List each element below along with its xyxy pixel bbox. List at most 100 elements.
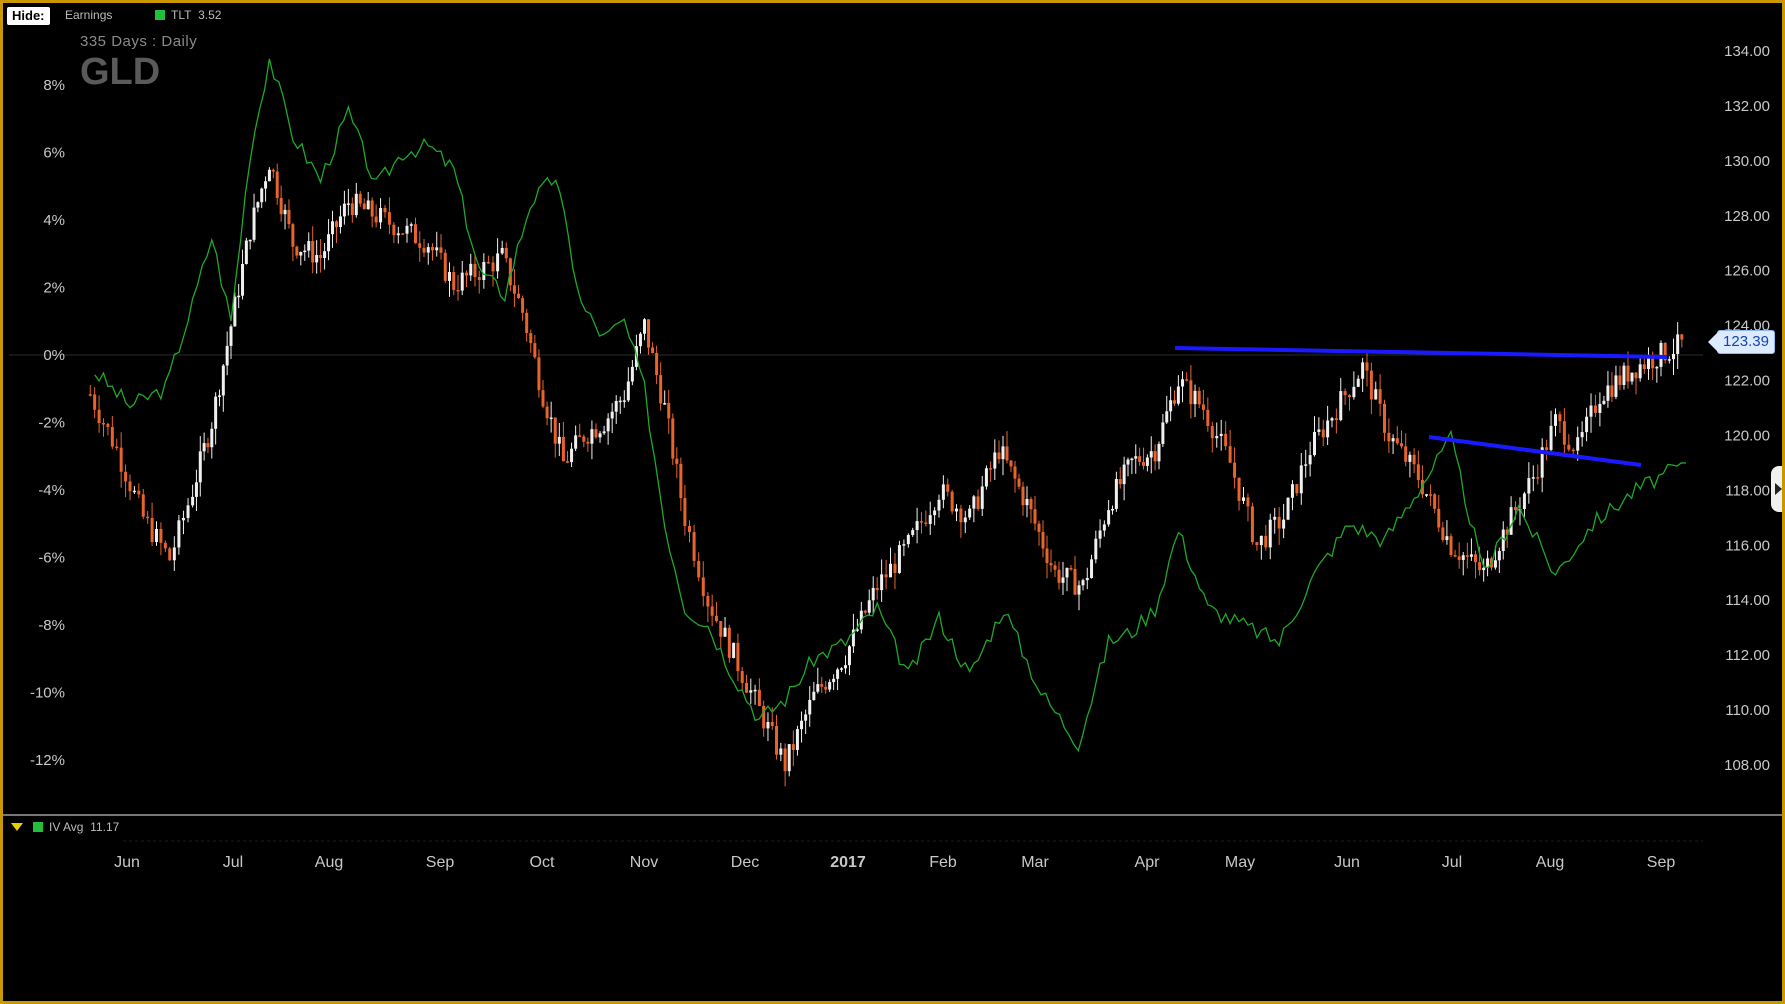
candle-body xyxy=(383,207,387,213)
candle-body xyxy=(1676,334,1680,354)
candle-body xyxy=(1228,446,1232,463)
candle-body xyxy=(1416,464,1420,480)
candle-body xyxy=(1268,519,1272,548)
candle-body xyxy=(271,169,275,172)
candle-body xyxy=(919,521,923,523)
candle-body xyxy=(477,277,481,280)
candle-body xyxy=(486,261,490,264)
candle-body xyxy=(679,463,683,498)
candle-body xyxy=(1061,577,1065,583)
candle-body xyxy=(267,169,271,182)
candle-body xyxy=(119,447,123,472)
candle-body xyxy=(512,285,516,294)
candle-body xyxy=(1259,535,1263,546)
candle-body xyxy=(225,345,229,366)
candle-body xyxy=(553,417,557,444)
candle-body xyxy=(115,446,119,449)
gld-candles xyxy=(88,163,1684,787)
candle-body xyxy=(766,721,770,729)
candle-body xyxy=(804,714,808,721)
candle-body xyxy=(889,563,893,578)
candle-body xyxy=(706,596,710,607)
candle-body xyxy=(110,426,114,447)
side-panel-expand-icon[interactable] xyxy=(1771,466,1782,512)
right-axis-tick: 114.00 xyxy=(1725,592,1770,609)
candle-body xyxy=(279,197,283,215)
left-axis-tick: 0% xyxy=(43,347,65,364)
tlt-legend[interactable]: TLT 3.52 xyxy=(155,8,221,22)
candle-body xyxy=(1053,565,1057,570)
candle-body xyxy=(570,448,574,463)
tlt-legend-label: TLT xyxy=(171,8,192,22)
candle-body xyxy=(1255,542,1259,546)
candle-body xyxy=(1330,418,1334,421)
month-label: Sep xyxy=(1647,854,1676,871)
candle-body xyxy=(1618,375,1622,385)
candle-body xyxy=(1509,507,1513,535)
candle-body xyxy=(1589,405,1593,417)
candle-body xyxy=(97,409,101,423)
tlt-comparison-line xyxy=(94,58,1687,753)
candle-body xyxy=(191,496,195,506)
candle-body xyxy=(1057,569,1061,583)
month-label: Jul xyxy=(1442,854,1462,871)
candle-body xyxy=(638,333,642,347)
candle-body xyxy=(557,436,561,444)
candle-body xyxy=(1134,456,1138,459)
candle-body xyxy=(1536,477,1540,479)
candle-body xyxy=(422,247,426,253)
candle-body xyxy=(181,517,185,521)
candle-body xyxy=(832,678,836,683)
candle-body xyxy=(1626,365,1630,382)
candle-body xyxy=(1622,365,1626,385)
candle-body xyxy=(622,400,626,402)
candle-body xyxy=(1580,432,1584,438)
candle-body xyxy=(354,193,358,216)
candle-body xyxy=(256,202,260,208)
candle-body xyxy=(1246,497,1250,507)
earnings-toggle[interactable]: Earnings xyxy=(65,8,112,22)
price-chart[interactable]: 8% 6% 4% 2% 0% -2% -4% -6% -8% -10% -12% 134.00 132… xyxy=(3,3,1782,1001)
candle-body xyxy=(1501,529,1505,552)
candle-body xyxy=(1514,507,1518,511)
left-axis-tick: -10% xyxy=(30,685,65,702)
candle-body xyxy=(405,225,409,234)
candle-body xyxy=(906,534,910,545)
candle-body xyxy=(435,247,439,251)
candle-body xyxy=(1282,519,1286,529)
candle-body xyxy=(968,508,972,518)
candle-body xyxy=(275,171,279,198)
candle-body xyxy=(1404,446,1408,462)
right-axis-tick: 128.00 xyxy=(1724,208,1770,225)
chart-period: 335 Days : Daily xyxy=(80,33,198,50)
candle-body xyxy=(816,684,820,692)
candle-body xyxy=(1457,556,1461,560)
candle-body xyxy=(1145,457,1149,466)
candle-body xyxy=(710,606,714,616)
candle-body xyxy=(370,200,374,217)
candle-body xyxy=(1264,535,1268,548)
candle-body xyxy=(334,221,338,228)
left-axis-tick: -6% xyxy=(38,550,65,567)
iv-legend[interactable]: IV Avg 11.17 xyxy=(11,820,119,834)
candle-body xyxy=(1361,362,1365,379)
candle-body xyxy=(880,574,884,591)
candle-body xyxy=(1449,536,1453,556)
candle-body xyxy=(221,365,225,396)
candle-body xyxy=(545,406,549,419)
collapse-triangle-icon[interactable] xyxy=(11,823,23,831)
candle-body xyxy=(244,240,248,264)
hide-button[interactable]: Hide: xyxy=(7,7,50,25)
candle-body xyxy=(252,207,256,240)
candle-body xyxy=(1531,477,1535,479)
candle-body xyxy=(88,394,92,396)
candle-body xyxy=(241,263,245,296)
candle-body xyxy=(202,443,206,452)
candle-body xyxy=(1215,436,1219,439)
candle-body xyxy=(714,615,718,622)
candle-body xyxy=(210,428,214,448)
candle-body xyxy=(287,209,291,225)
candle-body xyxy=(1017,478,1021,487)
left-axis-tick: 2% xyxy=(43,280,65,297)
candle-body xyxy=(392,224,396,236)
